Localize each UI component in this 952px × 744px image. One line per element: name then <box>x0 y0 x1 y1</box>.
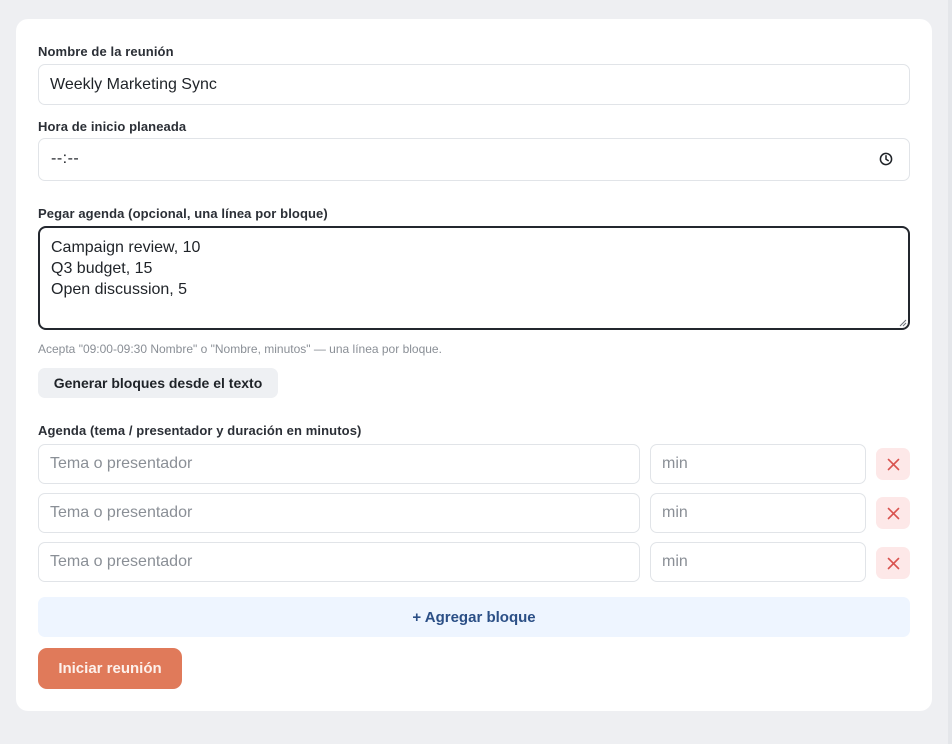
meeting-name-input[interactable] <box>38 64 910 105</box>
topic-input[interactable] <box>38 542 640 582</box>
minutes-input[interactable] <box>650 444 866 484</box>
close-icon <box>887 507 899 519</box>
paste-agenda-wrapper <box>38 226 910 330</box>
start-time-label: Hora de inicio planeada <box>38 119 187 134</box>
close-icon <box>887 458 899 470</box>
close-icon <box>887 557 899 569</box>
generate-blocks-button[interactable]: Generar bloques desde el texto <box>38 368 278 398</box>
start-time-input[interactable]: --:-- <box>38 138 910 181</box>
page-scrollbar[interactable] <box>948 0 952 744</box>
paste-agenda-textarea[interactable] <box>38 226 910 330</box>
remove-block-button[interactable] <box>876 547 910 579</box>
topic-input[interactable] <box>38 493 640 533</box>
paste-agenda-hint: Acepta "09:00-09:30 Nombre" o "Nombre, m… <box>38 342 442 356</box>
minutes-input[interactable] <box>650 493 866 533</box>
meeting-name-label: Nombre de la reunión <box>38 44 174 59</box>
paste-agenda-label: Pegar agenda (opcional, una línea por bl… <box>38 206 328 221</box>
add-block-button[interactable]: + Agregar bloque <box>38 597 910 637</box>
agenda-label: Agenda (tema / presentador y duración en… <box>38 423 362 438</box>
resize-grip-icon[interactable] <box>899 319 907 327</box>
start-meeting-button[interactable]: Iniciar reunión <box>38 648 182 689</box>
start-time-value: --:-- <box>51 150 80 167</box>
meeting-setup-card: Nombre de la reunión Hora de inicio plan… <box>16 19 932 711</box>
minutes-input[interactable] <box>650 542 866 582</box>
clock-icon[interactable] <box>879 152 893 166</box>
remove-block-button[interactable] <box>876 448 910 480</box>
remove-block-button[interactable] <box>876 497 910 529</box>
topic-input[interactable] <box>38 444 640 484</box>
